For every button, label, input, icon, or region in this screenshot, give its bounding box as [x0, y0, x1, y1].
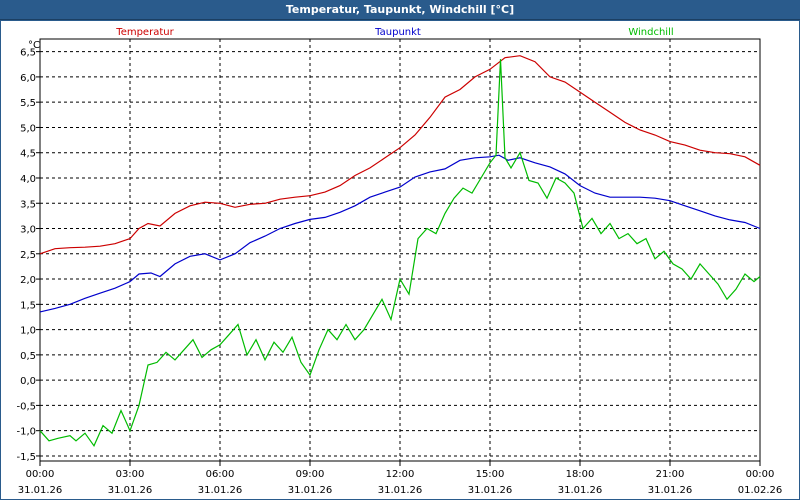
- x-tick-time-label: 00:00: [746, 469, 775, 480]
- y-tick-label: 0,5: [20, 351, 36, 362]
- title-bar: Temperatur, Taupunkt, Windchill [°C]: [0, 0, 800, 20]
- x-tick-date-label: 31.01.26: [18, 485, 63, 496]
- y-tick-label: 1,0: [20, 326, 36, 337]
- y-tick-label: 2,5: [20, 250, 36, 261]
- x-tick-date-label: 31.01.26: [648, 485, 693, 496]
- x-tick-time-label: 03:00: [116, 469, 145, 480]
- legend-temperatur: Temperatur: [115, 27, 174, 38]
- y-tick-label: 6,5: [20, 48, 36, 59]
- x-tick-date-label: 31.01.26: [288, 485, 333, 496]
- y-tick-label: -1,5: [16, 452, 36, 463]
- x-tick-time-label: 15:00: [476, 469, 505, 480]
- x-tick-time-label: 12:00: [386, 469, 415, 480]
- x-tick-time-label: 00:00: [26, 469, 55, 480]
- x-tick-date-label: 31.01.26: [198, 485, 243, 496]
- legend-windchill: Windchill: [628, 27, 673, 38]
- window-title: Temperatur, Taupunkt, Windchill [°C]: [285, 3, 515, 16]
- y-tick-label: 4,5: [20, 149, 36, 160]
- y-tick-label: 0,0: [20, 376, 36, 387]
- x-tick-date-label: 31.01.26: [558, 485, 603, 496]
- x-tick-date-label: 01.02.26: [738, 485, 783, 496]
- legend-taupunkt: Taupunkt: [374, 27, 421, 38]
- x-tick-time-label: 21:00: [656, 469, 685, 480]
- y-tick-label: -0,5: [16, 401, 36, 412]
- x-tick-time-label: 18:00: [566, 469, 595, 480]
- chart-frame: °C 6,5 6,0 5,5 5,0 4,5 4,0 3,5 3,0 2,5 2,0 1,5 1,0 0,…: [0, 20, 800, 500]
- x-tick-date-label: 31.01.26: [378, 485, 423, 496]
- x-tick-date-label: 31.01.26: [468, 485, 513, 496]
- y-tick-label: 5,0: [20, 123, 36, 134]
- chart-area: °C6,56,05,55,04,54,03,53,02,52,01,51,00,…: [16, 27, 783, 496]
- y-tick-label: 6,0: [20, 73, 36, 84]
- y-tick-label: 2,0: [20, 275, 36, 286]
- y-tick-label: 5,5: [20, 98, 36, 109]
- y-tick-label: 3,0: [20, 225, 36, 236]
- y-tick-label: 3,5: [20, 199, 36, 210]
- x-tick-time-label: 06:00: [206, 469, 235, 480]
- y-tick-label: 1,5: [20, 300, 36, 311]
- x-tick-date-label: 31.01.26: [108, 485, 153, 496]
- y-tick-label: -1,0: [16, 427, 36, 438]
- y-tick-label: 4,0: [20, 174, 36, 185]
- x-tick-time-label: 09:00: [296, 469, 325, 480]
